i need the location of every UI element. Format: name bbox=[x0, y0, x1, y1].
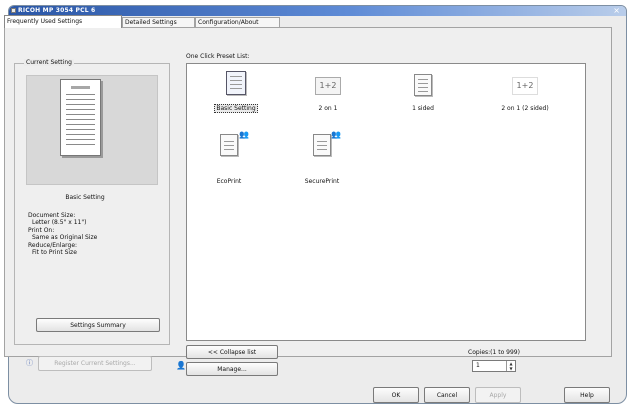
current-setting-name: Basic Setting bbox=[65, 194, 105, 201]
preset-2-on-1[interactable]: 1+2 2 on 1 bbox=[290, 74, 366, 116]
preset-secureprint[interactable]: 👥 SecurePrint bbox=[284, 131, 360, 186]
window-title: RICOH MP 3054 PCL 6 bbox=[18, 7, 96, 14]
tab-frequently-used-settings[interactable]: Frequently Used Settings bbox=[4, 15, 122, 28]
preset-ecoprint[interactable]: 👥 EcoPrint bbox=[191, 131, 267, 186]
printer-app-icon bbox=[11, 8, 16, 13]
preset-label: 1 sided bbox=[412, 105, 434, 112]
detail-label: Print On: bbox=[28, 226, 55, 234]
preset-1-sided[interactable]: 1 sided bbox=[385, 74, 461, 116]
close-icon[interactable]: × bbox=[613, 6, 620, 15]
page-preview-icon bbox=[60, 79, 101, 156]
detail-value: Fit to Print Size bbox=[32, 249, 77, 257]
preset-basic-setting[interactable]: Basic Setting bbox=[198, 71, 274, 116]
preset-2-on-1-2-sided[interactable]: 1+2 2 on 1 (2 sided) bbox=[487, 74, 563, 116]
register-current-settings-button[interactable]: Register Current Settings... bbox=[38, 356, 152, 371]
preset-label: EcoPrint bbox=[216, 178, 242, 185]
document-stack-icon bbox=[226, 71, 246, 95]
ok-button[interactable]: OK bbox=[373, 387, 419, 403]
preset-label: SecurePrint bbox=[304, 178, 340, 185]
info-icon: ⓘ bbox=[26, 359, 33, 367]
current-setting-title: Current Setting bbox=[24, 59, 74, 66]
copies-spinner[interactable]: 1 ▲ ▼ bbox=[472, 360, 516, 372]
help-button[interactable]: Help bbox=[564, 387, 610, 403]
shared-users-icon: 👥 bbox=[239, 130, 249, 139]
detail-label: Reduce/Enlarge: bbox=[28, 241, 78, 249]
preset-label: 2 on 1 (2 sided) bbox=[501, 105, 549, 112]
preset-label: Basic Setting bbox=[214, 104, 258, 113]
eco-print-icon bbox=[220, 134, 238, 156]
secure-print-icon bbox=[313, 134, 331, 156]
cancel-button[interactable]: Cancel bbox=[424, 387, 470, 403]
manage-button[interactable]: Manage... bbox=[186, 362, 278, 376]
user-icon: 👤 bbox=[176, 361, 186, 370]
settings-summary-button[interactable]: Settings Summary bbox=[36, 318, 160, 332]
preset-label: 2 on 1 bbox=[318, 105, 338, 112]
preset-list-label: One Click Preset List: bbox=[186, 53, 250, 60]
tab-detailed-settings[interactable]: Detailed Settings bbox=[122, 17, 195, 27]
shared-users-icon: 👥 bbox=[331, 130, 341, 139]
two-on-one-icon: 1+2 bbox=[315, 77, 341, 95]
current-setting-details: Document Size: Letter (8.5" x 11") Print… bbox=[28, 212, 158, 256]
collapse-list-button[interactable]: << Collapse list bbox=[186, 345, 278, 359]
detail-value: Letter (8.5" x 11") bbox=[32, 219, 87, 227]
two-on-one-duplex-icon: 1+2 bbox=[512, 77, 538, 95]
apply-button[interactable]: Apply bbox=[475, 387, 521, 403]
spinner-arrows-icon[interactable]: ▲ ▼ bbox=[506, 361, 515, 371]
tab-configuration-about[interactable]: Configuration/About bbox=[195, 17, 280, 27]
detail-value: Same as Original Size bbox=[32, 234, 98, 242]
preset-list[interactable]: Basic Setting 1+2 2 on 1 1 sided 1+2 2 o… bbox=[186, 63, 586, 341]
single-page-icon bbox=[414, 74, 432, 96]
detail-label: Document Size: bbox=[28, 212, 76, 219]
copies-label: Copies:(1 to 999) bbox=[468, 349, 520, 356]
copies-value: 1 bbox=[476, 362, 480, 369]
